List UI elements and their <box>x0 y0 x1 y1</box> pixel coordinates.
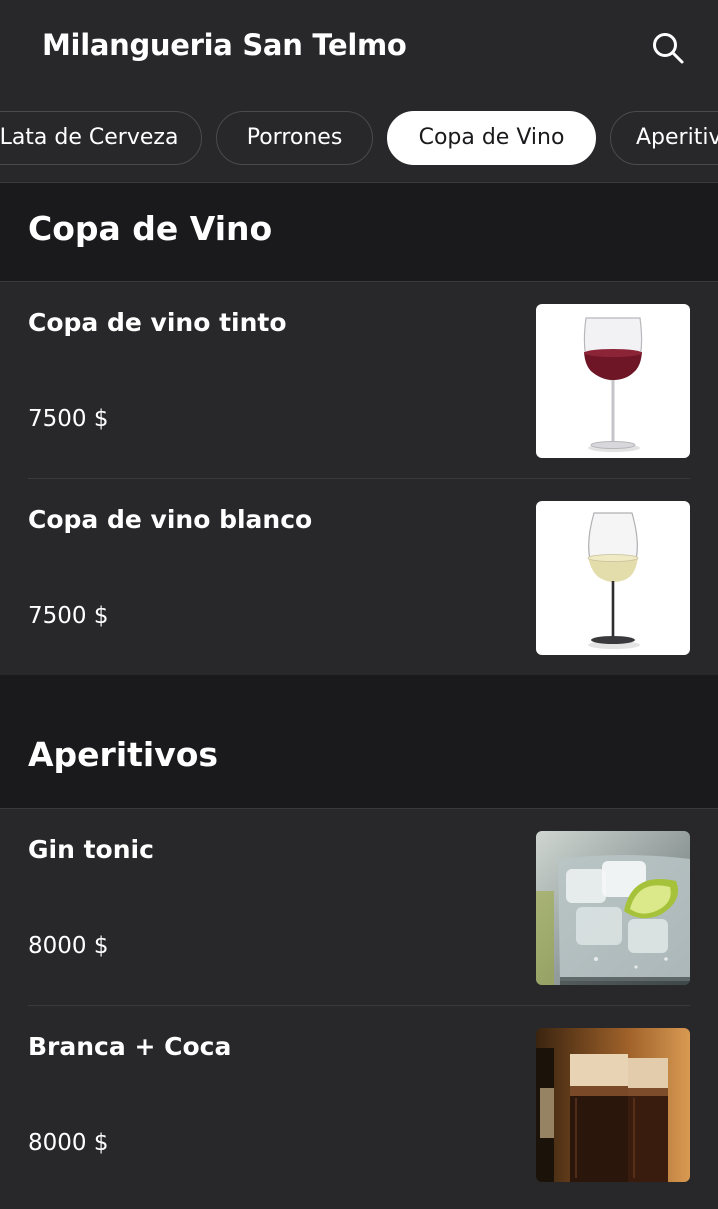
gin-tonic-image[interactable] <box>536 831 690 985</box>
item-name: Copa de vino tinto <box>28 308 287 337</box>
tab-copa-de-vino[interactable]: Copa de Vino <box>387 111 596 165</box>
item-name: Branca + Coca <box>28 1032 232 1061</box>
item-price: 7500 $ <box>28 603 109 629</box>
section-title: Copa de Vino <box>28 209 273 248</box>
menu-item[interactable]: Gin tonic 8000 $ <box>0 809 718 1005</box>
item-price: 8000 $ <box>28 933 109 959</box>
section-header-aperitivos: Aperitivos <box>0 675 718 808</box>
section-title: Aperitivos <box>28 735 219 774</box>
tab-lata-de-cerveza[interactable]: Lata de Cerveza <box>0 111 202 165</box>
section-header-copa-de-vino: Copa de Vino <box>0 183 718 281</box>
section-items-copa-de-vino: Copa de vino tinto 7500 $ Copa de vino b… <box>0 281 718 676</box>
menu-item[interactable]: Copa de vino blanco 7500 $ <box>0 479 718 675</box>
branca-coca-image[interactable] <box>536 1028 690 1182</box>
search-icon <box>653 33 684 64</box>
section-items-aperitivos: Gin tonic 8000 $ Branca + Coca 8000 $ <box>0 808 718 1209</box>
item-price: 7500 $ <box>28 406 109 432</box>
tab-porrones[interactable]: Porrones <box>216 111 373 165</box>
white-wine-glass-image[interactable] <box>536 501 690 655</box>
tab-aperitivos[interactable]: Aperitivos <box>610 111 718 165</box>
red-wine-glass-image[interactable] <box>536 304 690 458</box>
item-name: Copa de vino blanco <box>28 505 313 534</box>
item-price: 8000 $ <box>28 1130 109 1156</box>
menu-item[interactable]: Branca + Coca 8000 $ <box>0 1006 718 1202</box>
app-header: Milangueria San Telmo <box>0 0 718 96</box>
search-button[interactable] <box>650 30 686 66</box>
menu-item[interactable]: Copa de vino tinto 7500 $ <box>0 282 718 478</box>
category-tabs[interactable]: Lata de Cerveza Porrones Copa de Vino Ap… <box>0 96 718 183</box>
restaurant-title: Milangueria San Telmo <box>42 28 407 62</box>
item-name: Gin tonic <box>28 835 154 864</box>
